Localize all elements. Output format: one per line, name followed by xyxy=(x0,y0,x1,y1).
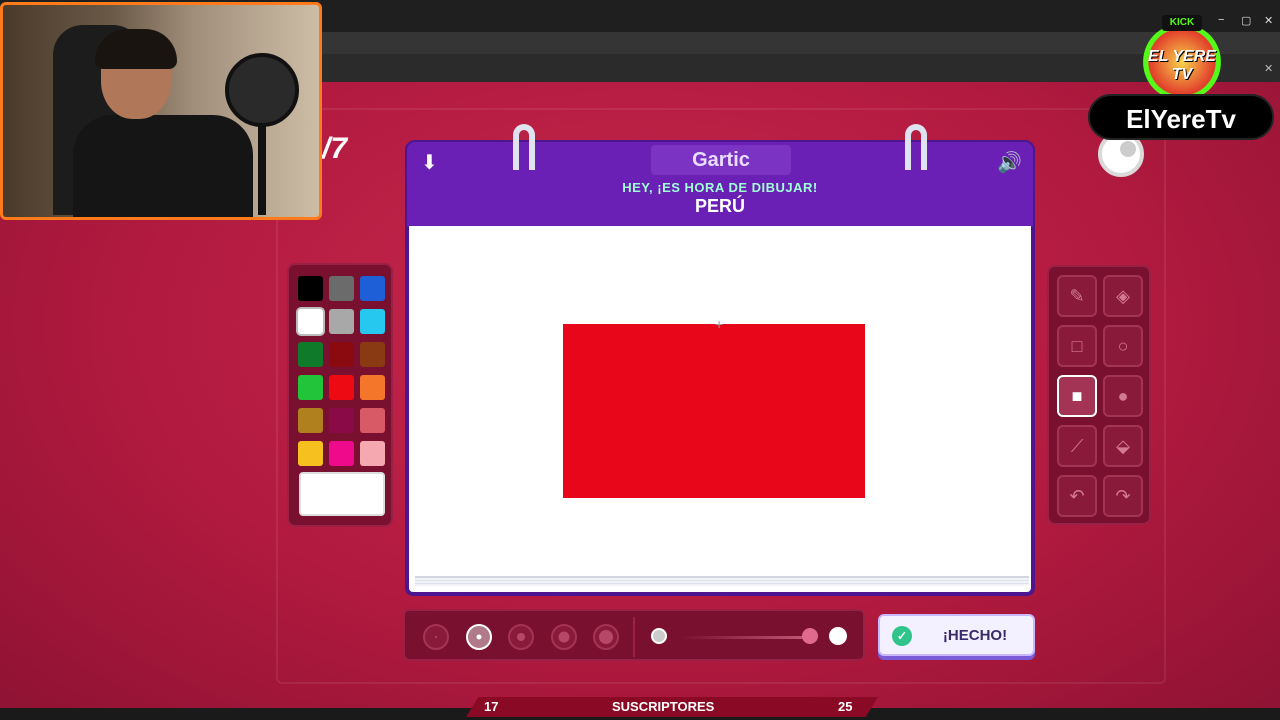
color-swatch[interactable] xyxy=(329,276,354,301)
current-color-preview xyxy=(299,472,385,516)
color-swatch[interactable] xyxy=(329,441,354,466)
drawn-rectangle xyxy=(563,324,865,498)
undo-icon[interactable]: ↶ xyxy=(1057,475,1097,517)
brush-settings xyxy=(403,609,865,661)
binder-ring-right xyxy=(905,124,927,170)
brush-size-option[interactable] xyxy=(508,624,534,650)
line-icon[interactable]: ⟋ xyxy=(1057,425,1097,467)
color-swatch[interactable] xyxy=(298,276,323,301)
check-icon: ✓ xyxy=(892,626,912,646)
color-palette xyxy=(287,263,393,527)
color-swatch[interactable] xyxy=(298,342,323,367)
binder-ring-left xyxy=(513,124,535,170)
color-swatch[interactable] xyxy=(360,441,385,466)
round-counter: /7 xyxy=(322,132,348,165)
rectangle-filled-icon[interactable]: ■ xyxy=(1057,375,1097,417)
rectangle-outline-icon[interactable]: □ xyxy=(1057,325,1097,367)
color-swatch[interactable] xyxy=(298,441,323,466)
fill-bucket-icon[interactable]: ⬙ xyxy=(1103,425,1143,467)
subscriber-count-current: 17 xyxy=(484,699,499,714)
close-window-icon[interactable]: ✕ xyxy=(1264,14,1273,27)
redo-icon[interactable]: ↷ xyxy=(1103,475,1143,517)
color-swatch[interactable] xyxy=(329,408,354,433)
volume-icon[interactable]: 🔊 xyxy=(997,150,1022,175)
webcam-feed xyxy=(0,2,322,220)
color-swatch[interactable] xyxy=(360,342,385,367)
channel-name: ElYereTv xyxy=(1088,94,1274,140)
color-swatch[interactable] xyxy=(360,375,385,400)
color-swatch[interactable] xyxy=(329,342,354,367)
circle-outline-icon[interactable]: ○ xyxy=(1103,325,1143,367)
brush-size-option[interactable] xyxy=(423,624,449,650)
circle-filled-icon[interactable]: ● xyxy=(1103,375,1143,417)
subscriber-label: SUSCRIPTORES xyxy=(612,699,715,714)
kick-badge: KICK xyxy=(1162,15,1202,31)
close-tab-icon[interactable]: ✕ xyxy=(1264,62,1273,75)
pencil-icon[interactable]: ✎ xyxy=(1057,275,1097,317)
crosshair-cursor-icon: + xyxy=(715,316,724,332)
subscriber-goal: 25 xyxy=(838,699,853,714)
maximize-icon[interactable]: ▢ xyxy=(1241,14,1251,27)
color-swatch[interactable] xyxy=(329,375,354,400)
brush-size-option[interactable] xyxy=(550,624,577,650)
color-swatch[interactable] xyxy=(298,375,323,400)
channel-logo: EL YERE TV xyxy=(1142,24,1222,100)
done-button[interactable]: ✓ ¡HECHO! xyxy=(878,614,1035,656)
color-swatch[interactable] xyxy=(360,309,385,334)
brush-size-option[interactable] xyxy=(465,624,492,650)
download-icon[interactable]: ⬇ xyxy=(421,150,438,175)
opacity-slider[interactable] xyxy=(681,636,811,639)
notebook-pages xyxy=(415,576,1029,586)
brush-size-option[interactable] xyxy=(593,624,619,650)
color-swatch[interactable] xyxy=(329,309,354,334)
opacity-min-icon xyxy=(651,628,667,644)
drawing-canvas[interactable]: + xyxy=(405,226,1035,596)
tool-panel: ✎ ◈ □ ○ ■ ● ⟋ ⬙ ↶ ↷ xyxy=(1047,265,1151,525)
gartic-logo: Gartic xyxy=(651,145,791,175)
color-swatch[interactable] xyxy=(298,309,323,334)
divider xyxy=(633,617,635,657)
draw-prompt: HEY, ¡ES HORA DE DIBUJAR! xyxy=(622,180,818,195)
minimize-icon[interactable]: − xyxy=(1218,14,1224,26)
opacity-max-icon xyxy=(829,627,847,645)
eraser-icon[interactable]: ◈ xyxy=(1103,275,1143,317)
color-swatch[interactable] xyxy=(298,408,323,433)
color-swatch[interactable] xyxy=(360,408,385,433)
word-to-draw: PERÚ xyxy=(694,196,745,216)
opacity-slider-handle[interactable] xyxy=(802,628,818,644)
streamer xyxy=(73,29,253,217)
board-header: Gartic ⬇ 🔊 HEY, ¡ES HORA DE DIBUJAR! PER… xyxy=(405,140,1035,228)
color-swatch[interactable] xyxy=(360,276,385,301)
done-button-label: ¡HECHO! xyxy=(942,627,1008,644)
